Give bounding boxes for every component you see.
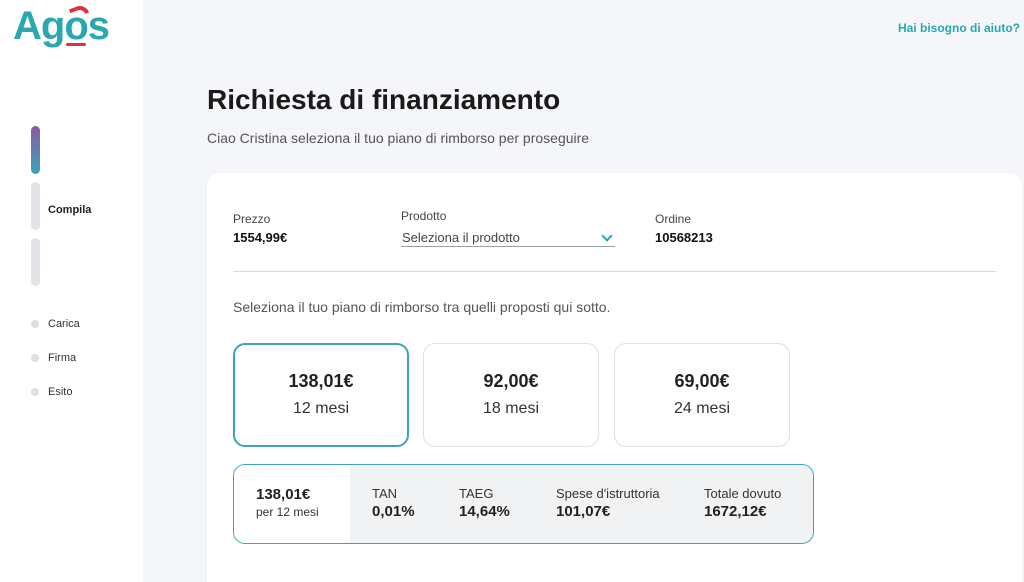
- metric-label: TAN: [372, 486, 398, 501]
- order-value: 10568213: [655, 230, 713, 245]
- logo-text-left: Ag: [13, 4, 65, 48]
- step-carica: Carica: [31, 317, 80, 331]
- summary-amount: 138,01€: [256, 486, 311, 503]
- plan-instructions: Seleziona il tuo piano di rimborso tra q…: [233, 299, 611, 315]
- metric-label: TAEG: [459, 486, 494, 501]
- summary-installment: 138,01€ per 12 mesi: [234, 465, 350, 543]
- step-dot-icon: [31, 388, 39, 396]
- step-progress-bar-active: [31, 126, 40, 174]
- step-firma: Firma: [31, 351, 76, 365]
- metric-taeg: TAEG 14,64%: [459, 486, 510, 520]
- metric-value: 14,64%: [459, 503, 510, 520]
- page-subtitle: Ciao Cristina seleziona il tuo piano di …: [207, 130, 590, 146]
- financing-card: Prezzo 1554,99€ Prodotto Seleziona il pr…: [207, 173, 1022, 582]
- plan-option-18[interactable]: 92,00€ 18 mesi: [423, 343, 599, 447]
- help-link[interactable]: Hai bisogno di aiuto?: [898, 21, 1020, 35]
- plan-summary: 138,01€ per 12 mesi TAN 0,01% TAEG 14,64…: [233, 464, 814, 544]
- metric-tan: TAN 0,01%: [372, 486, 415, 520]
- sidebar: Ago s Compila Carica Firma Esito: [0, 0, 143, 582]
- step-current-label: Compila: [48, 204, 92, 216]
- chevron-down-icon: [601, 229, 613, 242]
- product-select-value: Seleziona il prodotto: [402, 230, 520, 245]
- step-label: Carica: [48, 318, 80, 330]
- step-dot-icon: [31, 354, 39, 362]
- metric-value: 0,01%: [372, 503, 415, 520]
- summary-metrics: TAN 0,01% TAEG 14,64% Spese d'istruttori…: [350, 465, 813, 543]
- step-dot-icon: [31, 320, 39, 328]
- step-esito: Esito: [31, 385, 72, 399]
- logo-text-right: s: [87, 4, 110, 48]
- step-progress-bar: [31, 238, 40, 286]
- metric-value: 101,07€: [556, 503, 611, 520]
- metric-label: Totale dovuto: [704, 486, 782, 501]
- page-title: Richiesta di finanziamento: [207, 84, 561, 115]
- metric-label: Spese d'istruttoria: [556, 486, 660, 501]
- logo-o-mark-icon: o: [64, 3, 90, 48]
- product-select[interactable]: Seleziona il prodotto: [401, 229, 615, 247]
- step-label: Esito: [48, 386, 73, 398]
- plan-months: 12 mesi: [292, 400, 350, 417]
- plan-months: 24 mesi: [673, 400, 731, 417]
- metric-totale-dovuto: Totale dovuto 1672,12€: [704, 486, 781, 520]
- plan-option-24[interactable]: 69,00€ 24 mesi: [614, 343, 790, 447]
- price-label: Prezzo: [233, 212, 271, 226]
- summary-period: per 12 mesi: [256, 505, 319, 519]
- order-label: Ordine: [655, 212, 692, 226]
- step-label: Firma: [48, 352, 77, 364]
- plan-amount: 92,00€: [483, 371, 539, 391]
- product-label: Prodotto: [401, 209, 447, 223]
- agos-logo[interactable]: Ago s: [13, 3, 110, 48]
- price-value: 1554,99€: [233, 230, 288, 245]
- metric-spese-istruttoria: Spese d'istruttoria 101,07€: [556, 486, 660, 520]
- plan-option-12[interactable]: 138,01€ 12 mesi: [233, 343, 409, 447]
- plan-amount: 69,00€: [674, 371, 730, 391]
- divider: [233, 271, 996, 272]
- step-progress-bar: [31, 182, 40, 230]
- plan-months: 18 mesi: [482, 400, 540, 417]
- metric-value: 1672,12€: [704, 503, 767, 520]
- plan-amount: 138,01€: [288, 371, 354, 391]
